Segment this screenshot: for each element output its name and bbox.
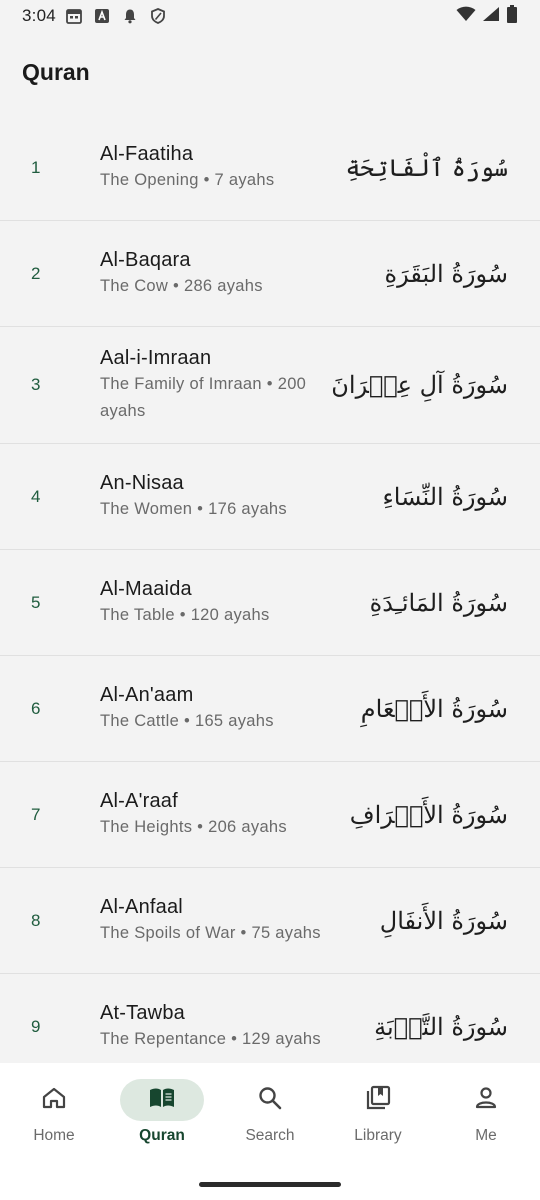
- surah-text: Al-Maaida The Table • 120 ayahs: [100, 576, 350, 629]
- surah-number: 3: [31, 375, 41, 394]
- surah-meta: The Repentance • 129 ayahs: [100, 1030, 321, 1048]
- surah-arabic-name: سُورَةُ التَّوۡبَةِ: [374, 1012, 508, 1041]
- surah-number: 7: [31, 804, 41, 824]
- gesture-handle[interactable]: [199, 1182, 341, 1187]
- surah-text: Al-Anfaal The Spoils of War • 75 ayahs: [100, 894, 350, 947]
- surah-name: Al-Anfaal: [100, 896, 183, 918]
- surah-arabic-name: سُورَةُ النِّسَاءِ: [382, 482, 508, 511]
- nav-item-home[interactable]: Home: [0, 1063, 108, 1163]
- surah-name: An-Nisaa: [100, 472, 184, 494]
- library-icon: [365, 1085, 391, 1116]
- surah-meta: The Heights • 206 ayahs: [100, 818, 287, 836]
- surah-text: An-Nisaa The Women • 176 ayahs: [100, 470, 350, 523]
- surah-meta: The Cow • 286 ayahs: [100, 277, 263, 295]
- surah-text: Al-Baqara The Cow • 286 ayahs: [100, 247, 350, 300]
- status-system-icons: [456, 4, 518, 28]
- signal-icon: [482, 6, 500, 27]
- surah-arabic-name: سُورَةُ المَائـِدَةِ: [369, 588, 508, 617]
- surah-row-9[interactable]: 9 At-Tawba The Repentance • 129 ayahs سُ…: [0, 974, 540, 1063]
- surah-arabic-name: سُورَةُ البَقَرَةِ: [384, 259, 508, 288]
- nav-label: Search: [245, 1127, 295, 1144]
- nav-pill: [228, 1079, 312, 1121]
- surah-text: Al-An'aam The Cattle • 165 ayahs: [100, 682, 350, 735]
- surah-name: Al-An'aam: [100, 684, 194, 706]
- nav-item-quran[interactable]: Quran: [108, 1063, 216, 1163]
- search-icon: [257, 1085, 283, 1116]
- surah-row-6[interactable]: 6 Al-An'aam The Cattle • 165 ayahs سُورَ…: [0, 656, 540, 762]
- surah-row-7[interactable]: 7 Al-A'raaf The Heights • 206 ayahs سُور…: [0, 762, 540, 868]
- nav-pill: [336, 1079, 420, 1121]
- surah-number: 1: [31, 157, 41, 177]
- person-icon: [473, 1085, 499, 1116]
- surah-text: Aal-i-Imraan The Family of Imraan • 200 …: [100, 345, 350, 425]
- surah-arabic-name: سُورَةُ الأَنفَالِ: [379, 906, 508, 935]
- status-left: 3:04: [22, 6, 166, 26]
- surah-meta: The Family of Imraan • 200 ayahs: [100, 375, 307, 420]
- book-icon: [148, 1086, 176, 1115]
- bell-icon: [122, 8, 138, 24]
- surah-number: 4: [31, 486, 41, 506]
- surah-number: 6: [31, 698, 41, 718]
- nav-items: Home Quran Search Library Me: [0, 1063, 540, 1163]
- nav-label: Me: [475, 1127, 497, 1144]
- surah-arabic-name: سُورَةُ ٱلْفَاتِحَةِ: [345, 153, 508, 182]
- nav-item-search[interactable]: Search: [216, 1063, 324, 1163]
- nav-label: Home: [33, 1127, 75, 1144]
- home-icon: [41, 1086, 67, 1115]
- surah-meta: The Spoils of War • 75 ayahs: [100, 924, 321, 942]
- surah-name: At-Tawba: [100, 1002, 185, 1024]
- nav-item-me[interactable]: Me: [432, 1063, 540, 1163]
- surah-name: Al-A'raaf: [100, 790, 178, 812]
- surah-number: 2: [31, 263, 41, 283]
- battery-icon: [506, 4, 518, 28]
- surah-number: 9: [31, 1016, 41, 1036]
- a-square-icon: [94, 8, 110, 24]
- surah-text: At-Tawba The Repentance • 129 ayahs: [100, 1000, 350, 1053]
- nav-pill: [444, 1079, 528, 1121]
- surah-text: Al-Faatiha The Opening • 7 ayahs: [100, 141, 350, 194]
- status-notification-icons: [65, 8, 166, 24]
- surah-arabic-name: سُورَةُ الأَنۡعَامِ: [360, 694, 508, 723]
- surah-meta: The Women • 176 ayahs: [100, 500, 287, 518]
- surah-name: Al-Faatiha: [100, 143, 194, 165]
- surah-name: Al-Baqara: [100, 249, 191, 271]
- screen: 3:04 Quran 1 Al-Faatiha The Opening • 7 …: [0, 0, 540, 1200]
- surah-arabic-name: سُورَةُ الأَعۡرَافِ: [349, 800, 508, 829]
- surah-row-3[interactable]: 3 Aal-i-Imraan The Family of Imraan • 20…: [0, 327, 540, 444]
- page-title: Quran: [22, 58, 90, 85]
- shield-icon: [150, 8, 166, 24]
- surah-number: 5: [31, 592, 41, 612]
- surah-row-4[interactable]: 4 An-Nisaa The Women • 176 ayahs سُورَةُ…: [0, 444, 540, 550]
- surah-row-1[interactable]: 1 Al-Faatiha The Opening • 7 ayahs سُورَ…: [0, 115, 540, 221]
- surah-name: Al-Maaida: [100, 578, 192, 600]
- nav-pill: [12, 1079, 96, 1121]
- nav-pill-active: [120, 1079, 204, 1121]
- surah-meta: The Table • 120 ayahs: [100, 606, 270, 624]
- app-bar: Quran: [0, 48, 540, 96]
- nav-label: Library: [354, 1127, 402, 1144]
- surah-meta: The Cattle • 165 ayahs: [100, 712, 274, 730]
- status-bar: 3:04: [0, 0, 540, 32]
- surah-name: Aal-i-Imraan: [100, 347, 212, 369]
- surah-row-8[interactable]: 8 Al-Anfaal The Spoils of War • 75 ayahs…: [0, 868, 540, 974]
- nav-label: Quran: [139, 1127, 185, 1144]
- bottom-navigation: Home Quran Search Library Me: [0, 1063, 540, 1200]
- status-time: 3:04: [22, 6, 56, 25]
- calendar-icon: [65, 8, 82, 24]
- nav-item-library[interactable]: Library: [324, 1063, 432, 1163]
- surah-number: 8: [31, 910, 41, 930]
- surah-row-5[interactable]: 5 Al-Maaida The Table • 120 ayahs سُورَة…: [0, 550, 540, 656]
- surah-text: Al-A'raaf The Heights • 206 ayahs: [100, 788, 350, 841]
- wifi-icon: [456, 6, 476, 27]
- surah-list[interactable]: 1 Al-Faatiha The Opening • 7 ayahs سُورَ…: [0, 115, 540, 1063]
- surah-arabic-name: سُورَةُ آلِ عِمۡرَانَ: [331, 371, 508, 399]
- surah-row-2[interactable]: 2 Al-Baqara The Cow • 286 ayahs سُورَةُ …: [0, 221, 540, 327]
- surah-meta: The Opening • 7 ayahs: [100, 171, 275, 189]
